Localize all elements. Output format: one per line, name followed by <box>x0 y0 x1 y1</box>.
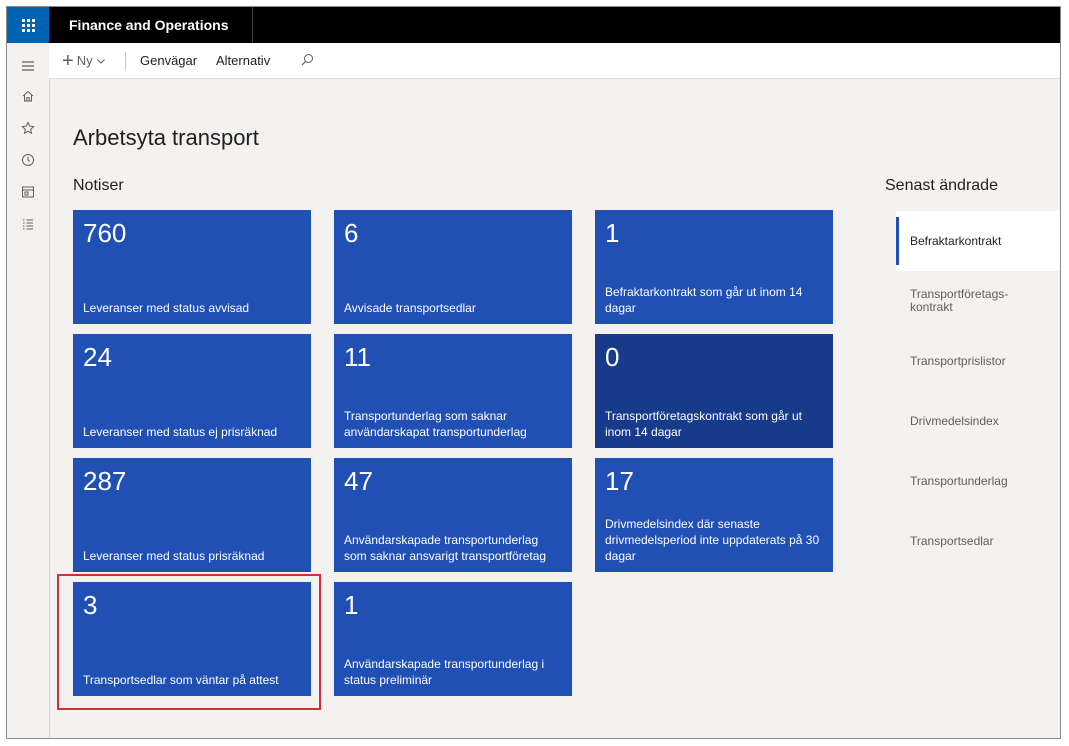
tile-label: Transportsedlar som väntar på attest <box>83 673 279 687</box>
tile-count: 6 <box>344 218 359 248</box>
tile-transport-docs-missing-user[interactable]: 11 Transportunderlag som saknar användar… <box>334 334 572 448</box>
recent-heading: Senast ändrade <box>885 177 998 194</box>
home-icon[interactable] <box>7 81 49 111</box>
options-button[interactable]: Alternativ <box>216 43 270 78</box>
list-icon[interactable] <box>7 209 49 239</box>
workspace-icon[interactable] <box>7 177 49 207</box>
recent-item-label: Befraktarkontrakt <box>910 233 1002 248</box>
title-divider <box>252 7 253 43</box>
app-launcher-button[interactable] <box>7 7 49 43</box>
tile-unrated-deliveries[interactable]: 24 Leveranser med status ej prisräknad <box>73 334 311 448</box>
action-divider <box>125 52 126 70</box>
recent-list: Befraktarkontrakt Transportföretags- kon… <box>896 211 1060 571</box>
tile-label: Leveranser med status ej prisräknad <box>83 425 278 439</box>
tile-label: Användarskapade transportunderlag i stat… <box>344 657 545 687</box>
new-button[interactable]: + Ny <box>62 43 106 78</box>
new-button-label: Ny <box>76 53 93 68</box>
page-title: Arbetsyta transport <box>73 125 259 150</box>
tile-rated-deliveries[interactable]: 287 Leveranser med status prisräknad <box>73 458 311 572</box>
tile-label: Användarskapade transportunderlag som sa… <box>344 533 547 563</box>
tile-shipper-contracts-expiring[interactable]: 1 Befraktarkontrakt som går ut inom 14 d… <box>595 210 833 324</box>
tile-label: Transportföretagskontrakt som går ut ino… <box>605 409 802 439</box>
plus-icon: + <box>62 49 74 72</box>
tile-count: 3 <box>83 590 98 620</box>
tile-count: 0 <box>605 342 620 372</box>
recent-item-label: Transportprislistor <box>910 353 1006 368</box>
tile-fuel-index-outdated[interactable]: 17 Drivmedelsindex där senaste drivmedel… <box>595 458 833 572</box>
tile-label: Avvisade transportsedlar <box>344 301 476 315</box>
tile-count: 760 <box>83 218 127 248</box>
recent-item[interactable]: Transportprislistor <box>896 331 1060 391</box>
chevron-down-icon <box>96 58 105 64</box>
tile-freight-bills-awaiting-approval[interactable]: 3 Transportsedlar som väntar på attest <box>73 582 311 696</box>
tile-label: Leveranser med status avvisad <box>83 301 250 315</box>
star-icon[interactable] <box>7 113 49 143</box>
recent-item-label: Transportföretags- kontrakt <box>910 287 1009 314</box>
tile-label: Drivmedelsindex där senaste drivmedelspe… <box>605 517 820 563</box>
tile-label: Befraktarkontrakt som går ut inom 14 dag… <box>605 285 803 315</box>
hamburger-icon[interactable] <box>7 51 49 81</box>
recent-item-label: Transportsedlar <box>910 533 994 548</box>
recent-item[interactable]: Drivmedelsindex <box>896 391 1060 451</box>
app-title[interactable]: Finance and Operations <box>69 7 228 43</box>
tile-label: Transportunderlag som saknar användarska… <box>344 409 527 439</box>
recent-item[interactable]: Befraktarkontrakt <box>896 211 1060 271</box>
recent-item[interactable]: Transportföretags- kontrakt <box>896 271 1060 331</box>
action-pane: + Ny Genvägar Alternativ <box>49 43 1060 79</box>
tile-count: 1 <box>605 218 620 248</box>
tile-count: 1 <box>344 590 359 620</box>
app-window: Finance and Operations + Ny Genvägar Alt… <box>6 6 1061 739</box>
tile-count: 287 <box>83 466 127 496</box>
navigation-rail <box>7 43 50 738</box>
tile-count: 17 <box>605 466 634 496</box>
tile-count: 24 <box>83 342 112 372</box>
tile-rejected-freight-bills[interactable]: 6 Avvisade transportsedlar <box>334 210 572 324</box>
recent-item-label: Transportunderlag <box>910 473 1008 488</box>
tile-user-docs-preliminary[interactable]: 1 Användarskapade transportunderlag i st… <box>334 582 572 696</box>
notices-heading: Notiser <box>73 177 124 194</box>
search-icon[interactable] <box>299 52 315 68</box>
tile-label: Leveranser med status prisräknad <box>83 549 265 563</box>
tile-count: 11 <box>344 342 371 372</box>
recent-item-label: Drivmedelsindex <box>910 413 999 428</box>
tile-carrier-contracts-expiring[interactable]: 0 Transportföretagskontrakt som går ut i… <box>595 334 833 448</box>
recent-item[interactable]: Transportsedlar <box>896 511 1060 571</box>
tile-count: 47 <box>344 466 373 496</box>
tile-user-docs-missing-carrier[interactable]: 47 Användarskapade transportunderlag som… <box>334 458 572 572</box>
shortcuts-button[interactable]: Genvägar <box>140 43 197 78</box>
top-nav-bar: Finance and Operations <box>7 7 1060 43</box>
waffle-icon <box>21 18 35 32</box>
recent-item[interactable]: Transportunderlag <box>896 451 1060 511</box>
tile-rejected-deliveries[interactable]: 760 Leveranser med status avvisad <box>73 210 311 324</box>
clock-icon[interactable] <box>7 145 49 175</box>
